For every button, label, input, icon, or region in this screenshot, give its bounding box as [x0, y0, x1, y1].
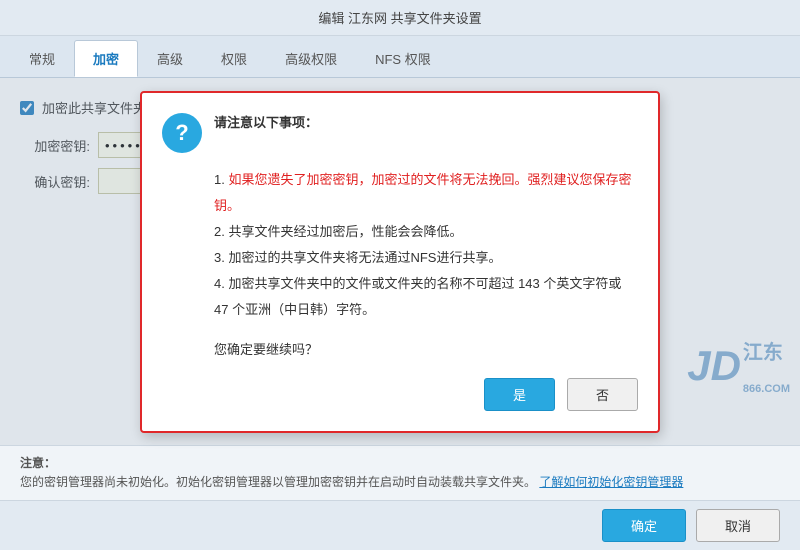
- title-bar: 编辑 江东网 共享文件夹设置: [0, 0, 800, 36]
- question-icon: ?: [162, 113, 202, 153]
- note-text: 您的密钥管理器尚未初始化。初始化密钥管理器以管理加密密钥并在启动时自动装载共享文…: [20, 473, 780, 490]
- content-area: 加密此共享文件夹 加密密钥: 确认密钥: ? 请注意以下事项：: [0, 78, 800, 445]
- dialog-body: 1. 如果您遗失了加密密钥，加密过的文件将无法挽回。强烈建议您保存密钥。 2. …: [162, 167, 638, 323]
- dialog-item-3: 3. 加密过的共享文件夹将无法通过NFS进行共享。: [214, 245, 638, 271]
- dialog-item-1: 1. 如果您遗失了加密密钥，加密过的文件将无法挽回。强烈建议您保存密钥。: [214, 167, 638, 219]
- dialog-header: ? 请注意以下事项：: [162, 113, 638, 153]
- dialog-question: 您确定要继续吗？: [162, 339, 638, 358]
- dialog-item-3-text: 加密过的共享文件夹将无法通过NFS进行共享。: [228, 250, 501, 265]
- dialog-item-4: 4. 加密共享文件夹中的文件或文件夹的名称不可超过 143 个英文字符或 47 …: [214, 271, 638, 323]
- tab-general[interactable]: 常规: [10, 40, 74, 77]
- action-bar: 确定 取消: [0, 500, 800, 550]
- note-title: 注意：: [20, 454, 780, 471]
- bottom-note: 注意： 您的密钥管理器尚未初始化。初始化密钥管理器以管理加密密钥并在启动时自动装…: [0, 445, 800, 500]
- dialog-item-4-text: 加密共享文件夹中的文件或文件夹的名称不可超过 143 个英文字符或 47 个亚洲…: [214, 276, 621, 317]
- note-link[interactable]: 了解如何初始化密钥管理器: [539, 475, 683, 489]
- dialog-buttons: 是 否: [162, 378, 638, 411]
- dialog-item-2-text: 共享文件夹经过加密后，性能会会降低。: [228, 224, 462, 239]
- tab-advanced[interactable]: 高级: [138, 40, 202, 77]
- yes-button[interactable]: 是: [484, 378, 555, 411]
- window-title: 编辑 江东网 共享文件夹设置: [318, 11, 481, 26]
- main-window: 编辑 江东网 共享文件夹设置 常规 加密 高级 权限 高级权限 NFS 权限 加…: [0, 0, 800, 550]
- tab-encrypt[interactable]: 加密: [74, 40, 138, 77]
- dialog-item-2: 2. 共享文件夹经过加密后，性能会会降低。: [214, 219, 638, 245]
- warning-dialog: ? 请注意以下事项： 1. 如果您遗失了加密密钥，加密过的文件将无法挽回。强烈建…: [140, 91, 660, 433]
- tab-bar: 常规 加密 高级 权限 高级权限 NFS 权限: [0, 36, 800, 78]
- dialog-title: 请注意以下事项：: [214, 113, 318, 134]
- no-button[interactable]: 否: [567, 378, 638, 411]
- tab-advanced-permissions[interactable]: 高级权限: [266, 40, 356, 77]
- confirm-button[interactable]: 确定: [602, 509, 686, 542]
- dialog-overlay: ? 请注意以下事项： 1. 如果您遗失了加密密钥，加密过的文件将无法挽回。强烈建…: [0, 78, 800, 445]
- cancel-button[interactable]: 取消: [696, 509, 780, 542]
- tab-permissions[interactable]: 权限: [202, 40, 266, 77]
- tab-nfs-permissions[interactable]: NFS 权限: [356, 40, 450, 77]
- dialog-item-1-text: 如果您遗失了加密密钥，加密过的文件将无法挽回。强烈建议您保存密钥。: [214, 172, 631, 213]
